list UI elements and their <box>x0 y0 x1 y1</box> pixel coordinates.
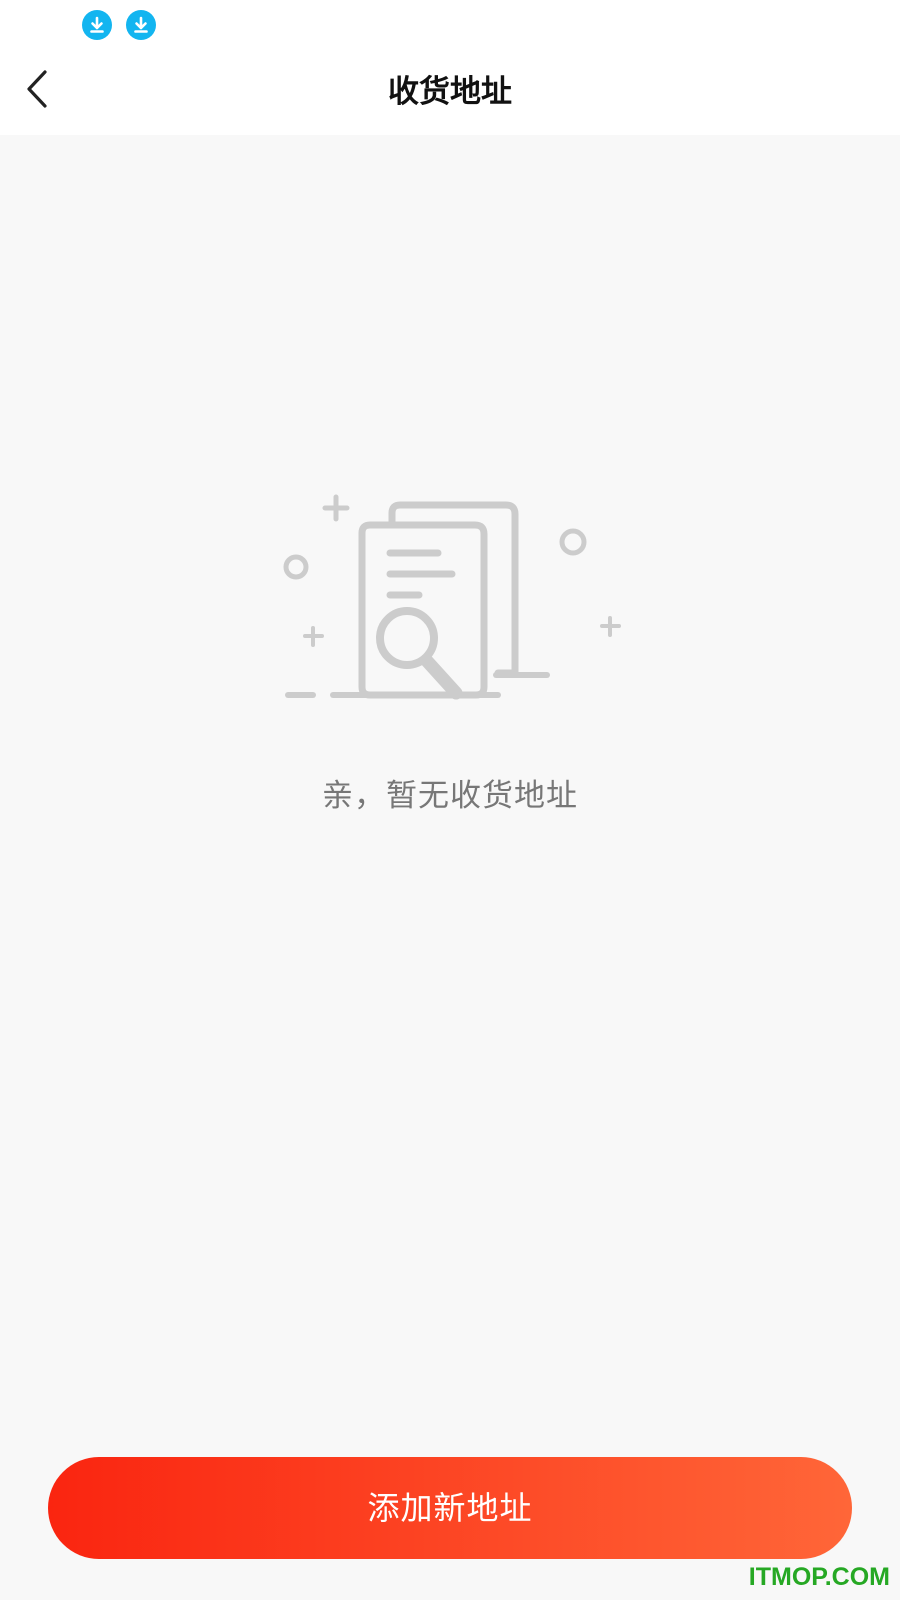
empty-document-search-icon <box>270 485 630 725</box>
download-icon <box>82 10 112 40</box>
add-address-button[interactable]: 添加新地址 <box>48 1457 852 1559</box>
empty-state-message: 亲，暂无收货地址 <box>322 778 578 814</box>
back-button[interactable] <box>14 58 68 122</box>
chevron-left-icon <box>27 70 47 108</box>
status-bar <box>0 0 900 50</box>
header-bar: 收货地址 <box>0 50 900 135</box>
watermark: ITMOP.COM <box>748 1563 890 1591</box>
page-title: 收货地址 <box>388 74 512 110</box>
download-icon <box>126 10 156 40</box>
